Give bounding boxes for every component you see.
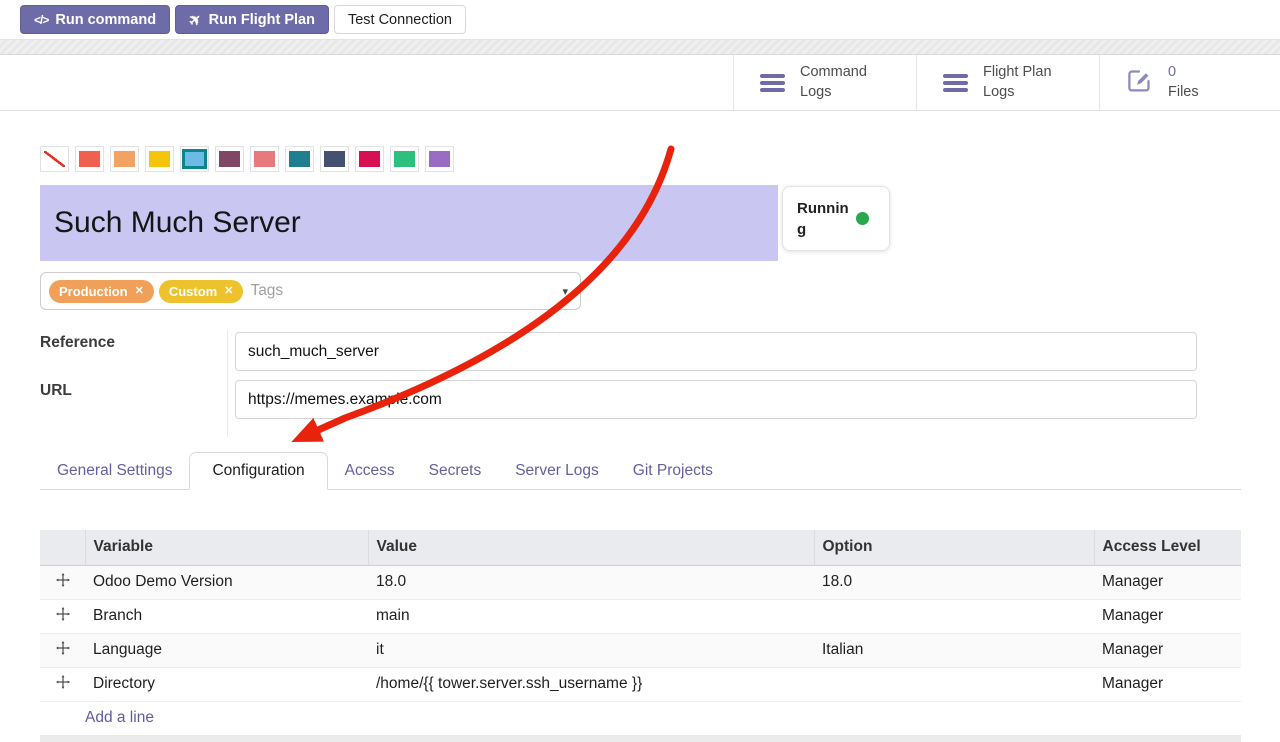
add-a-line-link[interactable]: Add a line (40, 701, 1241, 735)
tab-access[interactable]: Access (328, 453, 412, 489)
color-swatch-yellow[interactable] (145, 146, 174, 172)
run-flight-plan-label: Run Flight Plan (209, 12, 315, 28)
drag-handle-icon[interactable] (40, 565, 85, 599)
cell-access[interactable]: Manager (1094, 565, 1241, 599)
flight-plan-logs-label: Flight Plan Logs (983, 63, 1075, 102)
color-swatch-none[interactable] (40, 146, 69, 172)
add-a-line-row: Add a line (40, 701, 1241, 735)
cell-option[interactable] (814, 599, 1094, 633)
reference-input[interactable] (235, 332, 1197, 371)
tag-label: Custom (169, 284, 217, 299)
column-header-access-level[interactable]: Access Level (1094, 530, 1241, 565)
cell-option[interactable]: Italian (814, 633, 1094, 667)
tag-label: Production (59, 284, 128, 299)
column-header-variable[interactable]: Variable (85, 530, 368, 565)
list-icon (760, 74, 785, 92)
color-swatch-magenta[interactable] (355, 146, 384, 172)
remove-tag-icon[interactable]: ✕ (224, 286, 233, 297)
column-header-option[interactable]: Option (814, 530, 1094, 565)
column-header-value[interactable]: Value (368, 530, 814, 565)
handle-column-header (40, 530, 85, 565)
tab-secrets[interactable]: Secrets (412, 453, 499, 489)
url-label: URL (40, 382, 72, 400)
status-toggle[interactable]: Running (782, 186, 890, 251)
files-count: 0 (1168, 64, 1176, 80)
edit-icon (1126, 67, 1153, 99)
cell-variable[interactable]: Branch (85, 599, 368, 633)
status-label: Running (797, 198, 849, 240)
cell-access[interactable]: Manager (1094, 599, 1241, 633)
color-swatch-light-blue-selected[interactable] (180, 146, 209, 172)
cell-option[interactable]: 18.0 (814, 565, 1094, 599)
command-logs-button[interactable]: Command Logs (733, 55, 916, 110)
tags-input[interactable]: Production ✕ Custom ✕ Tags ▾ (40, 272, 581, 310)
run-command-label: Run command (55, 12, 156, 28)
plane-icon: ✈ (185, 9, 206, 31)
url-input[interactable] (235, 380, 1197, 419)
table-row[interactable]: Directory /home/{{ tower.server.ssh_user… (40, 667, 1241, 701)
separator-strip (0, 39, 1280, 55)
cell-access[interactable]: Manager (1094, 633, 1241, 667)
tab-server-logs[interactable]: Server Logs (498, 453, 616, 489)
color-swatch-salmon[interactable] (250, 146, 279, 172)
table-footer-strip (40, 735, 1241, 742)
form-statusbar: Command Logs Flight Plan Logs 0 Files (0, 55, 1280, 111)
cell-value[interactable]: main (368, 599, 814, 633)
run-flight-plan-button[interactable]: ✈ Run Flight Plan (175, 5, 329, 34)
cell-option[interactable] (814, 667, 1094, 701)
action-toolbar: </> Run command ✈ Run Flight Plan Test C… (0, 0, 1280, 39)
cell-value[interactable]: 18.0 (368, 565, 814, 599)
cell-value[interactable]: it (368, 633, 814, 667)
list-icon (943, 74, 968, 92)
tab-git-projects[interactable]: Git Projects (616, 453, 730, 489)
remove-tag-icon[interactable]: ✕ (135, 286, 144, 297)
table-row[interactable]: Language it Italian Manager (40, 633, 1241, 667)
color-swatch-green[interactable] (390, 146, 419, 172)
reference-label: Reference (40, 334, 115, 352)
command-logs-label: Command Logs (800, 63, 892, 102)
page-title: Such Much Server (54, 206, 301, 240)
files-button[interactable]: 0 Files (1099, 55, 1280, 110)
drag-handle-icon[interactable] (40, 633, 85, 667)
tag-production[interactable]: Production ✕ (49, 280, 154, 303)
run-command-button[interactable]: </> Run command (20, 5, 170, 34)
color-swatch-burgundy[interactable] (215, 146, 244, 172)
field-group-rule (227, 330, 228, 437)
cell-variable[interactable]: Language (85, 633, 368, 667)
tag-custom[interactable]: Custom ✕ (159, 280, 244, 303)
table-header-row: Variable Value Option Access Level (40, 530, 1241, 565)
color-picker (40, 146, 454, 172)
tab-general-settings[interactable]: General Settings (40, 453, 189, 489)
color-swatch-orange[interactable] (110, 146, 139, 172)
code-icon: </> (34, 13, 48, 27)
table-row[interactable]: Odoo Demo Version 18.0 18.0 Manager (40, 565, 1241, 599)
flight-plan-logs-button[interactable]: Flight Plan Logs (916, 55, 1099, 110)
color-swatch-purple[interactable] (425, 146, 454, 172)
color-swatch-navy[interactable] (320, 146, 349, 172)
tags-placeholder: Tags (250, 282, 283, 300)
files-label: Files (1168, 84, 1199, 100)
status-dot (856, 212, 869, 225)
notebook-tabs: General Settings Configuration Access Se… (40, 452, 1241, 490)
configuration-table: Variable Value Option Access Level Odoo … (40, 530, 1241, 735)
test-connection-button[interactable]: Test Connection (334, 5, 466, 34)
server-name-field[interactable]: Such Much Server (40, 185, 778, 261)
tab-configuration[interactable]: Configuration (189, 452, 327, 490)
table-row[interactable]: Branch main Manager (40, 599, 1241, 633)
drag-handle-icon[interactable] (40, 599, 85, 633)
cell-variable[interactable]: Odoo Demo Version (85, 565, 368, 599)
color-swatch-red[interactable] (75, 146, 104, 172)
cell-access[interactable]: Manager (1094, 667, 1241, 701)
color-swatch-teal[interactable] (285, 146, 314, 172)
cell-variable[interactable]: Directory (85, 667, 368, 701)
server-form-page: </> Run command ✈ Run Flight Plan Test C… (0, 0, 1280, 742)
cell-value[interactable]: /home/{{ tower.server.ssh_username }} (368, 667, 814, 701)
chevron-down-icon[interactable]: ▾ (562, 285, 568, 298)
drag-handle-icon[interactable] (40, 667, 85, 701)
